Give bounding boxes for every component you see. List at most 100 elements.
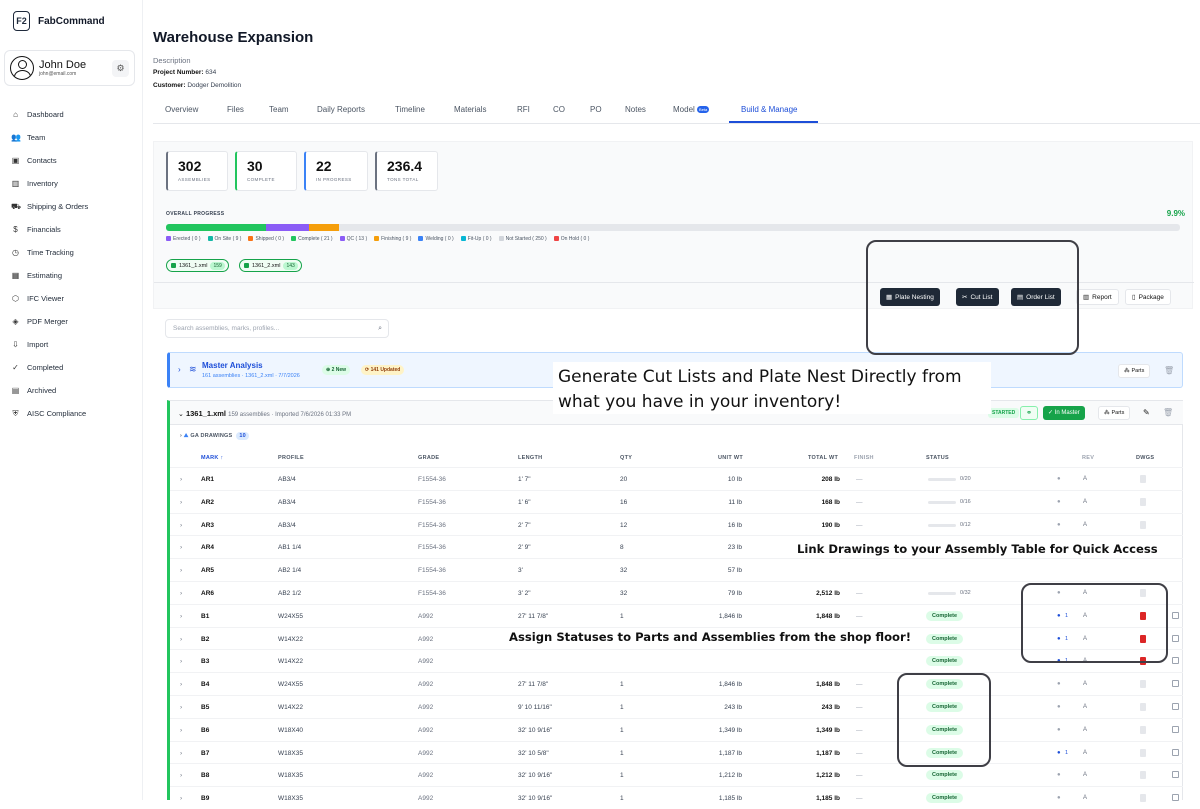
file-icon[interactable] (1140, 794, 1146, 803)
comment-icon[interactable]: ● (1057, 499, 1061, 505)
table-row[interactable]: › B4 W24X55 A992 27' 11 7/8" 1 1,846 lb 1,848 l… (170, 672, 1183, 695)
row-checkbox[interactable] (1172, 634, 1179, 642)
chevron-right-icon[interactable]: › (180, 522, 182, 529)
tab-daily-reports[interactable]: Daily Reports (317, 105, 365, 114)
sidebar-item-shipping-orders[interactable]: ⛟ Shipping & Orders (11, 195, 88, 218)
tab-model[interactable]: Model Beta (673, 105, 710, 114)
col-qty[interactable]: QTY (620, 455, 632, 461)
chevron-right-icon[interactable]: › (180, 636, 182, 643)
row-checkbox[interactable] (1172, 657, 1179, 665)
file-icon[interactable] (1140, 725, 1146, 734)
col-unit-wt[interactable]: UNIT WT (718, 455, 743, 461)
chevron-right-icon[interactable]: › (180, 567, 182, 574)
chevron-right-icon[interactable]: › (180, 476, 182, 483)
parts-button[interactable]: ⁂ Parts (1118, 364, 1151, 378)
chevron-right-icon[interactable]: › (180, 727, 182, 734)
col-dwgs[interactable]: DWGS (1136, 455, 1154, 461)
table-row[interactable]: › B7 W18X35 A992 32' 10 5/8" 1 1,187 lb 1,187 l… (170, 740, 1183, 764)
chevron-right-icon[interactable]: › (180, 544, 182, 551)
chevron-right-icon[interactable]: › (180, 590, 182, 597)
col-status[interactable]: STATUS (926, 455, 949, 461)
file-icon[interactable] (1140, 520, 1146, 529)
report-button[interactable]: ▥ Report (1076, 289, 1119, 305)
sidebar-item-time-tracking[interactable]: ◷ Time Tracking (11, 241, 88, 264)
chevron-right-icon[interactable]: › (178, 365, 181, 374)
chevron-right-icon[interactable]: › (180, 499, 182, 506)
status-badge[interactable]: Complete (926, 633, 964, 644)
parts-button[interactable]: ⁂ Parts (1098, 406, 1131, 420)
link-icon[interactable]: ⚭ (1020, 406, 1038, 420)
table-row[interactable]: › AR3 AB3/4 F1554-36 2' 7" 12 16 lb 190 lb — 0/12… (170, 512, 1183, 536)
col-profile[interactable]: PROFILE (278, 455, 304, 461)
chevron-right-icon[interactable]: › (180, 681, 182, 688)
comment-icon[interactable]: ● (1057, 681, 1061, 687)
trash-icon[interactable]: 🗑 (1164, 366, 1174, 375)
col-length[interactable]: LENGTH (518, 455, 542, 461)
comment-icon[interactable]: ● (1057, 704, 1061, 710)
col-grade[interactable]: GRADE (418, 455, 439, 461)
tab-team[interactable]: Team (269, 105, 289, 114)
file-icon[interactable] (1140, 475, 1146, 483)
row-checkbox[interactable] (1172, 703, 1179, 710)
table-row[interactable]: › B8 W18X35 A992 32' 10 9/16" 1 1,212 lb 1,212 … (170, 763, 1183, 786)
file-icon[interactable] (1140, 680, 1146, 689)
comment-icon[interactable]: ● (1057, 727, 1061, 733)
tab-timeline[interactable]: Timeline (395, 105, 425, 114)
sidebar-item-aisc-compliance[interactable]: ⛨ AISC Compliance (11, 402, 88, 425)
sidebar-item-ifc-viewer[interactable]: ⬡ IFC Viewer (11, 287, 88, 310)
table-row[interactable]: › B6 W18X40 A992 32' 10 9/16" 1 1,349 lb 1,349 … (170, 717, 1183, 741)
row-checkbox[interactable] (1172, 771, 1179, 779)
sidebar-item-dashboard[interactable]: ⌂ Dashboard (11, 103, 88, 126)
sidebar-item-contacts[interactable]: ▣ Contacts (11, 149, 88, 172)
row-checkbox[interactable] (1172, 680, 1179, 688)
table-row[interactable]: › B5 W14X22 A992 9' 10 11/16" 1 243 lb 243 lb — C… (170, 695, 1183, 718)
chevron-right-icon[interactable]: › (180, 750, 182, 757)
file-icon[interactable] (1140, 703, 1146, 711)
table-row[interactable]: › AR2 AB3/4 F1554-36 1' 6" 16 11 lb 168 lb — 0/16… (170, 489, 1183, 513)
comment-icon[interactable]: ● (1057, 772, 1061, 778)
comment-icon[interactable]: ● (1057, 750, 1061, 756)
col-rev[interactable]: REV (1082, 455, 1094, 461)
file-icon[interactable] (1140, 771, 1146, 780)
table-row[interactable]: › AR1 AB3/4 F1554-36 1' 7" 20 10 lb 208 lb — 0/20… (170, 467, 1183, 490)
sidebar-item-inventory[interactable]: ▥ Inventory (11, 172, 88, 195)
chevron-right-icon[interactable]: › (180, 772, 182, 779)
comment-icon[interactable]: ● (1057, 476, 1061, 482)
table-row[interactable]: › AR5 AB2 1/4 F1554-36 3' 32 57 lb (170, 558, 1183, 581)
sidebar-item-completed[interactable]: ✓ Completed (11, 356, 88, 379)
sidebar-item-archived[interactable]: ▤ Archived (11, 379, 88, 402)
sidebar-item-team[interactable]: 👥 Team (11, 126, 88, 149)
status-badge[interactable]: Complete (926, 610, 964, 621)
file-chip[interactable]: 1361_2.xml 143 (239, 259, 302, 272)
chevron-right-icon[interactable]: › (180, 795, 182, 802)
col-finish[interactable]: FINISH (854, 455, 874, 461)
file-icon[interactable] (1140, 748, 1146, 757)
col-mark[interactable]: MARK ↑ (201, 455, 224, 461)
chevron-right-icon[interactable]: › (180, 613, 182, 620)
status-badge[interactable]: Complete (926, 793, 964, 804)
brand[interactable]: F2 FabCommand (13, 11, 105, 31)
sidebar-item-financials[interactable]: $ Financials (11, 218, 88, 241)
tab-build-manage[interactable]: Build & Manage (741, 105, 797, 114)
ga-drawings[interactable]: › ⛰ GA DRAWINGS 10 (180, 432, 249, 440)
user-card[interactable]: John Doe john@email.com ⚙ (4, 50, 135, 86)
tab-materials[interactable]: Materials (454, 105, 486, 114)
file-chip[interactable]: 1361_1.xml 159 (166, 259, 229, 272)
table-row[interactable]: › B9 W18X35 A992 32' 10 9/16" 1 1,185 lb 1,185 … (170, 786, 1183, 809)
tab-files[interactable]: Files (227, 105, 244, 114)
package-button[interactable]: ▯ Package (1125, 289, 1171, 305)
tab-co[interactable]: CO (553, 105, 565, 114)
sidebar-item-pdf-merger[interactable]: ◈ PDF Merger (11, 310, 88, 333)
chevron-right-icon[interactable]: › (180, 704, 182, 711)
row-checkbox[interactable] (1172, 725, 1179, 733)
status-badge[interactable]: Complete (926, 770, 964, 781)
comment-icon[interactable]: ● (1057, 795, 1061, 801)
search-input[interactable]: Search assemblies, marks, profiles... ⌕ (165, 319, 389, 338)
comment-icon[interactable]: ● (1057, 522, 1061, 528)
tab-overview[interactable]: Overview (165, 105, 198, 114)
chevron-right-icon[interactable]: › (180, 658, 182, 665)
pencil-icon[interactable]: ✎ (1143, 408, 1150, 417)
tab-notes[interactable]: Notes (625, 105, 646, 114)
row-checkbox[interactable] (1172, 794, 1179, 802)
sidebar-item-import[interactable]: ⇩ Import (11, 333, 88, 356)
